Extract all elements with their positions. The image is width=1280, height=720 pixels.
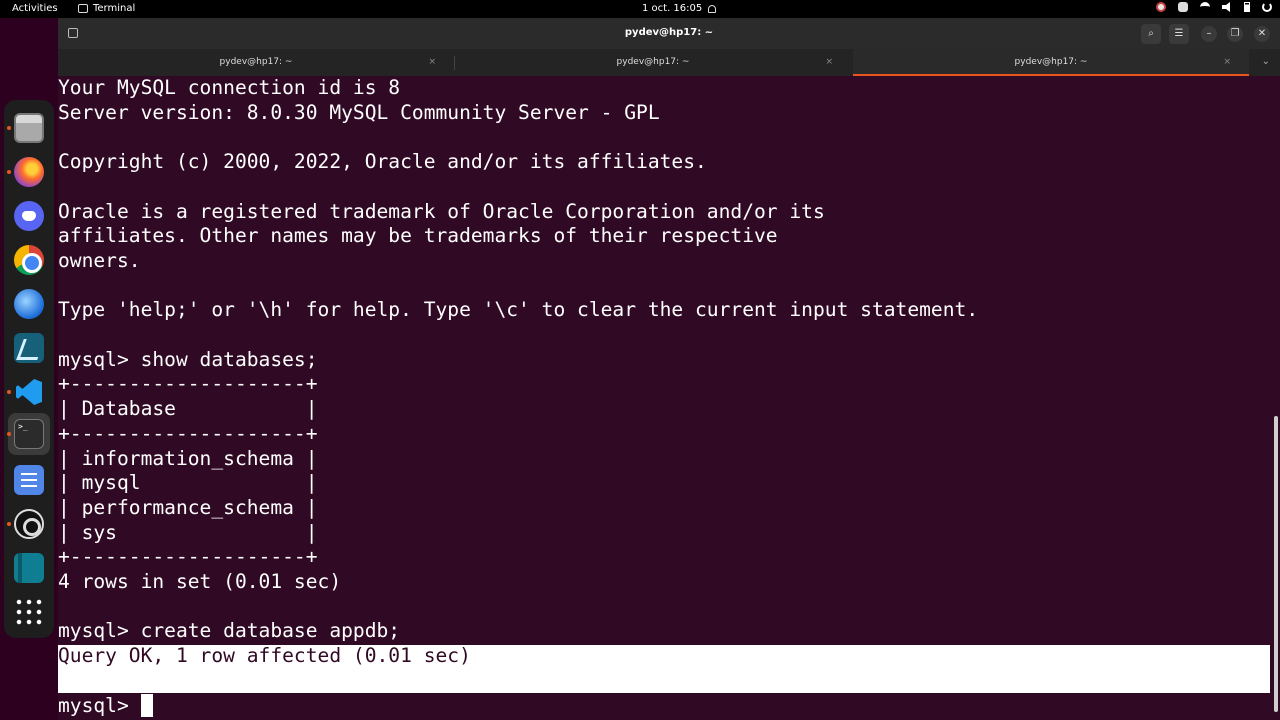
terminal-line: | mysql | [58, 471, 318, 495]
tab-1[interactable]: pydev@hp17: ~ × [58, 49, 454, 76]
text-cursor [140, 693, 153, 717]
terminal-line: Server version: 8.0.30 MySQL Community S… [58, 100, 660, 124]
terminal-line: | performance_schema | [58, 495, 318, 519]
wifi-icon[interactable] [1200, 2, 1210, 12]
running-indicator [7, 126, 11, 130]
header-bar[interactable]: pydev@hp17: ~ ⌕ ☰ – ❐ ✕ [58, 18, 1280, 49]
volume-icon[interactable] [1222, 2, 1230, 12]
tasks-icon[interactable] [14, 465, 44, 495]
terminal-line: +--------------------+ [58, 421, 318, 445]
running-indicator [7, 432, 11, 436]
tab-label: pydev@hp17: ~ [219, 57, 293, 67]
app-menu-label: Terminal [93, 3, 136, 14]
chrome-tray-icon[interactable] [1156, 2, 1166, 12]
tab-2[interactable]: pydev@hp17: ~ × [455, 49, 851, 76]
terminal-line: Copyright (c) 2000, 2022, Oracle and/or … [58, 150, 707, 174]
minimize-icon[interactable]: – [1201, 26, 1217, 42]
tab-3-active[interactable]: pydev@hp17: ~ × [853, 49, 1249, 76]
close-icon[interactable]: ✕ [1254, 26, 1270, 42]
firefox-icon[interactable] [14, 157, 44, 187]
clock[interactable]: 1 oct. 16:05 [642, 3, 717, 14]
terminal-line: | sys | [58, 520, 318, 544]
terminal-window: pydev@hp17: ~ ⌕ ☰ – ❐ ✕ pydev@hp17: ~ × … [58, 18, 1280, 720]
system-tray[interactable] [1156, 2, 1272, 12]
thunderbird-icon[interactable] [14, 289, 44, 319]
book-reader-icon[interactable] [14, 553, 44, 583]
terminal-line: +--------------------+ [58, 545, 318, 569]
terminal-line: mysql> show databases; [58, 347, 318, 371]
terminal-line: | information_schema | [58, 446, 318, 470]
running-indicator [7, 390, 11, 394]
maximize-icon[interactable]: ❐ [1227, 26, 1243, 42]
prompt-text: mysql> [58, 693, 129, 717]
terminal-prompt-line[interactable]: mysql> [58, 693, 153, 719]
search-icon[interactable]: ⌕ [1141, 24, 1161, 44]
activities-button[interactable]: Activities [12, 3, 58, 14]
clock-label: 1 oct. 16:05 [642, 3, 703, 14]
discord-tray-icon[interactable] [1178, 2, 1188, 12]
power-icon[interactable] [1262, 2, 1272, 12]
app-menu[interactable]: Terminal [78, 3, 135, 14]
scrollbar[interactable] [1274, 416, 1278, 712]
terminal-line: 4 rows in set (0.01 sec) [58, 570, 342, 593]
tab-close-icon[interactable]: × [825, 49, 833, 75]
terminal-line: Your MySQL connection id is 8 [58, 76, 401, 99]
tab-close-icon[interactable]: × [1223, 49, 1231, 75]
terminal-line: Oracle is a registered trademark of Orac… [58, 199, 825, 223]
tab-list-chevron-down-icon[interactable]: ⌄ [1262, 49, 1270, 75]
terminal-output[interactable]: Your MySQL connection id is 8 Server ver… [58, 76, 1280, 720]
tab-close-icon[interactable]: × [428, 49, 436, 75]
terminal-icon[interactable] [14, 419, 44, 449]
obs-studio-icon[interactable] [14, 509, 44, 539]
terminal-line: affiliates. Other names may be trademark… [58, 224, 778, 248]
files-icon[interactable] [14, 113, 44, 143]
terminal-line-selected: Query OK, 1 row affected (0.01 sec) [58, 644, 471, 668]
running-indicator [7, 522, 11, 526]
top-bar: Activities Terminal 1 oct. 16:05 [0, 0, 1280, 18]
dock [4, 100, 54, 638]
terminal-line: +--------------------+ [58, 372, 318, 396]
terminal-line: Type 'help;' or '\h' for help. Type '\c'… [58, 298, 979, 322]
battery-icon[interactable] [1244, 2, 1250, 12]
tab-bar: pydev@hp17: ~ × pydev@hp17: ~ × pydev@hp… [58, 49, 1280, 76]
hamburger-menu-icon[interactable]: ☰ [1169, 24, 1189, 44]
terminal-line: | Database | [58, 397, 318, 421]
vscode-icon[interactable] [14, 377, 44, 407]
show-applications-icon[interactable] [14, 597, 44, 627]
terminal-line: mysql> create database appdb; [58, 619, 401, 643]
window-title: pydev@hp17: ~ [624, 27, 714, 38]
tab-label: pydev@hp17: ~ [616, 57, 690, 67]
terminal-line: owners. [58, 248, 141, 272]
tab-label: pydev@hp17: ~ [1014, 57, 1088, 67]
mysql-workbench-icon[interactable] [14, 333, 44, 363]
chrome-icon[interactable] [14, 245, 44, 275]
notification-bell-icon [708, 4, 717, 13]
discord-icon[interactable] [14, 201, 44, 231]
terminal-app-icon [78, 4, 88, 13]
running-indicator [7, 170, 11, 174]
